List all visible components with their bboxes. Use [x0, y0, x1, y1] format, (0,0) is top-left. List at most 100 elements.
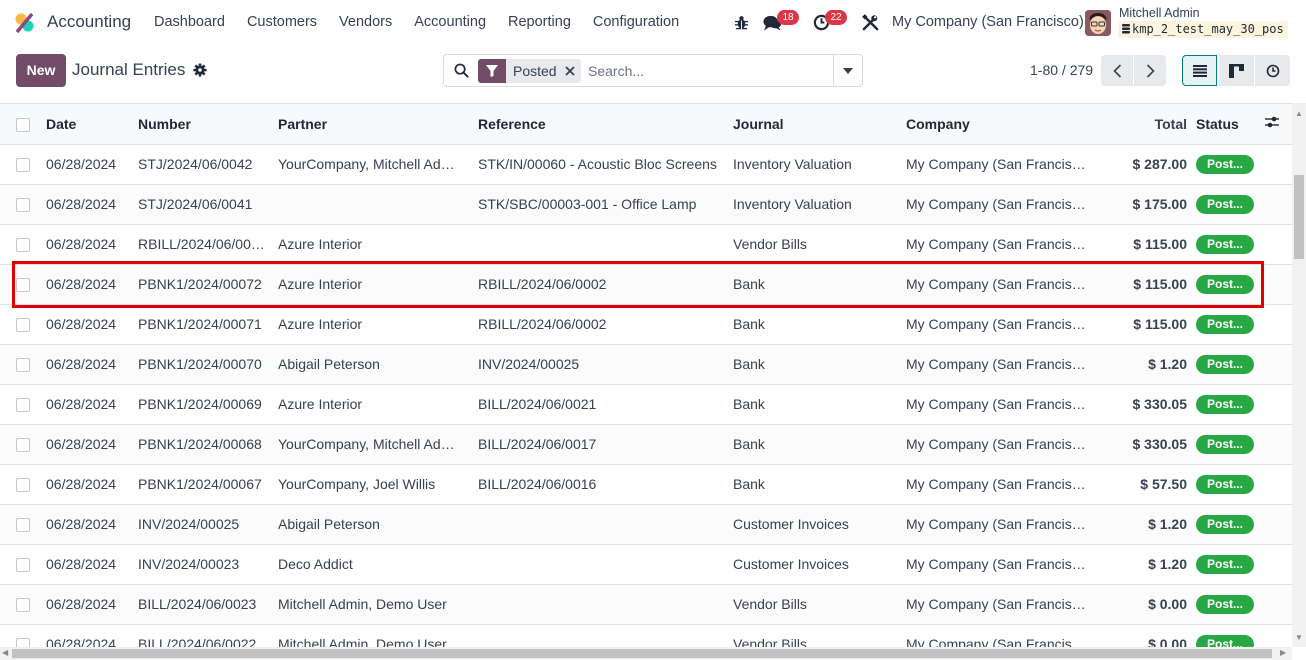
table-row[interactable]: 06/28/2024 PBNK1/2024/00067 YourCompany, J… — [0, 464, 1292, 505]
row-checkbox[interactable] — [16, 398, 30, 413]
menu-item-reporting[interactable]: Reporting — [508, 14, 571, 30]
accounting-app-logo-icon[interactable] — [14, 12, 36, 34]
search-options-toggle[interactable] — [833, 55, 862, 86]
pager-value[interactable]: 1-80 / 279 — [1030, 62, 1093, 78]
table-row[interactable]: 06/28/2024 STJ/2024/06/0041 STK/SBC/00003-… — [0, 184, 1292, 225]
row-checkbox[interactable] — [16, 358, 30, 373]
row-select-cell — [0, 464, 46, 505]
column-header-status[interactable]: Status — [1196, 104, 1264, 145]
row-checkbox[interactable] — [16, 158, 30, 173]
row-checkbox[interactable] — [16, 598, 30, 613]
user-avatar[interactable] — [1085, 10, 1111, 36]
user-name[interactable]: Mitchell Admin — [1119, 6, 1200, 20]
kanban-view-button[interactable] — [1219, 55, 1254, 86]
cell-date: 06/28/2024 — [46, 624, 138, 647]
gear-icon[interactable] — [193, 63, 207, 77]
cell-journal: Bank — [733, 424, 906, 465]
cell-journal: Bank — [733, 304, 906, 345]
cell-total: $ 1.20 — [1096, 344, 1196, 385]
search-icon[interactable] — [454, 63, 469, 78]
scroll-left-arrow-icon[interactable]: ◀ — [2, 648, 8, 657]
scroll-down-arrow-icon[interactable]: ▼ — [1295, 633, 1303, 642]
menu-item-vendors[interactable]: Vendors — [339, 14, 392, 30]
row-checkbox[interactable] — [16, 198, 30, 213]
cell-number: RBILL/2024/06/00… — [138, 224, 278, 265]
column-header-journal[interactable]: Journal — [733, 104, 906, 145]
scroll-up-arrow-icon[interactable]: ▲ — [1295, 109, 1303, 118]
row-checkbox[interactable] — [16, 558, 30, 573]
row-select-cell — [0, 144, 46, 185]
table-row[interactable]: 06/28/2024 PBNK1/2024/00068 YourCompany, M… — [0, 424, 1292, 465]
menu-item-accounting[interactable]: Accounting — [414, 14, 486, 30]
table-row[interactable]: 06/28/2024 PBNK1/2024/00070 Abigail Peters… — [0, 344, 1292, 385]
table-row-highlighted[interactable]: 06/28/2024 PBNK1/2024/00072 Azure Interior… — [0, 264, 1292, 305]
row-checkbox[interactable] — [16, 238, 30, 253]
row-checkbox[interactable] — [16, 278, 30, 293]
pager-next-button[interactable] — [1134, 55, 1166, 86]
row-checkbox[interactable] — [16, 518, 30, 533]
activity-view-button[interactable] — [1255, 55, 1290, 86]
horizontal-scrollbar-thumb[interactable] — [12, 649, 1272, 658]
cell-status: Post... — [1196, 224, 1264, 265]
table-header-row: Date Number Partner Reference Journal Co… — [0, 104, 1292, 145]
cell-status: Post... — [1196, 144, 1264, 185]
select-all-checkbox[interactable] — [16, 117, 30, 132]
column-header-reference[interactable]: Reference — [478, 104, 733, 145]
row-checkbox[interactable] — [16, 318, 30, 333]
menu-item-dashboard[interactable]: Dashboard — [154, 14, 225, 30]
cell-reference: BILL/2024/06/0016 — [478, 464, 733, 505]
vertical-scrollbar-thumb[interactable] — [1294, 175, 1304, 259]
cell-date: 06/28/2024 — [46, 384, 138, 425]
scroll-right-arrow-icon[interactable]: ▶ — [1280, 648, 1286, 657]
app-name[interactable]: Accounting — [47, 12, 131, 32]
table-row[interactable]: 06/28/2024 PBNK1/2024/00071 Azure Interior… — [0, 304, 1292, 345]
facet-remove-icon[interactable] — [563, 59, 581, 83]
row-checkbox[interactable] — [16, 638, 30, 647]
cell-status: Post... — [1196, 304, 1264, 345]
chevron-right-icon — [1146, 63, 1155, 78]
cell-company: My Company (San Francis… — [906, 224, 1096, 265]
cell-date: 06/28/2024 — [46, 344, 138, 385]
cell-total: $ 330.05 — [1096, 384, 1196, 425]
new-button[interactable]: New — [16, 54, 66, 87]
column-header-company[interactable]: Company — [906, 104, 1096, 145]
table-row[interactable]: 06/28/2024 PBNK1/2024/00069 Azure Interior… — [0, 384, 1292, 425]
cell-total: $ 0.00 — [1096, 584, 1196, 625]
optional-columns-toggle-icon[interactable] — [1264, 115, 1280, 129]
status-badge: Post... — [1196, 354, 1254, 374]
menu-item-customers[interactable]: Customers — [247, 14, 317, 30]
company-switcher[interactable]: My Company (San Francisco) — [892, 14, 1084, 30]
table-row[interactable]: 06/28/2024 STJ/2024/06/0042 YourCompany, M… — [0, 144, 1292, 185]
status-badge: Post... — [1196, 274, 1254, 294]
search-input[interactable] — [588, 60, 828, 82]
table-row[interactable]: 06/28/2024 BILL/2024/06/0023 Mitchell Admi… — [0, 584, 1292, 625]
cell-date: 06/28/2024 — [46, 184, 138, 225]
cell-status: Post... — [1196, 424, 1264, 465]
row-select-cell — [0, 264, 46, 305]
menu-item-configuration[interactable]: Configuration — [593, 14, 679, 30]
cell-partner: YourCompany, Mitchell Ad… — [278, 424, 478, 465]
top-navbar: Accounting Dashboard Customers Vendors A… — [0, 0, 1306, 46]
table-row[interactable]: 06/28/2024 INV/2024/00023 Deco Addict Custo… — [0, 544, 1292, 585]
row-checkbox[interactable] — [16, 478, 30, 493]
cell-number: PBNK1/2024/00072 — [138, 264, 278, 305]
cell-partner: Mitchell Admin, Demo User — [278, 584, 478, 625]
pager-previous-button[interactable] — [1101, 55, 1133, 86]
list-view-button[interactable] — [1182, 55, 1217, 86]
table-row[interactable]: 06/28/2024 RBILL/2024/06/00… Azure Interio… — [0, 224, 1292, 265]
table-row[interactable]: 06/28/2024 INV/2024/00025 Abigail Peterson… — [0, 504, 1292, 545]
column-header-partner[interactable]: Partner — [278, 104, 478, 145]
column-header-date[interactable]: Date — [46, 104, 138, 145]
bug-icon[interactable] — [734, 15, 749, 30]
row-checkbox[interactable] — [16, 438, 30, 453]
tools-icon[interactable] — [862, 14, 879, 31]
table-row[interactable]: 06/28/2024 BILL/2024/06/0022 Mitchell Admi… — [0, 624, 1292, 647]
horizontal-scrollbar[interactable]: ◀ ▶ — [0, 647, 1292, 660]
cell-partner: Azure Interior — [278, 304, 478, 345]
cell-partner: Abigail Peterson — [278, 344, 478, 385]
column-header-total[interactable]: Total — [1096, 104, 1196, 145]
cell-spacer — [1264, 184, 1292, 225]
column-header-number[interactable]: Number — [138, 104, 278, 145]
vertical-scrollbar[interactable]: ▲ ▼ — [1292, 103, 1306, 647]
cell-company: My Company (San Francis… — [906, 144, 1096, 185]
